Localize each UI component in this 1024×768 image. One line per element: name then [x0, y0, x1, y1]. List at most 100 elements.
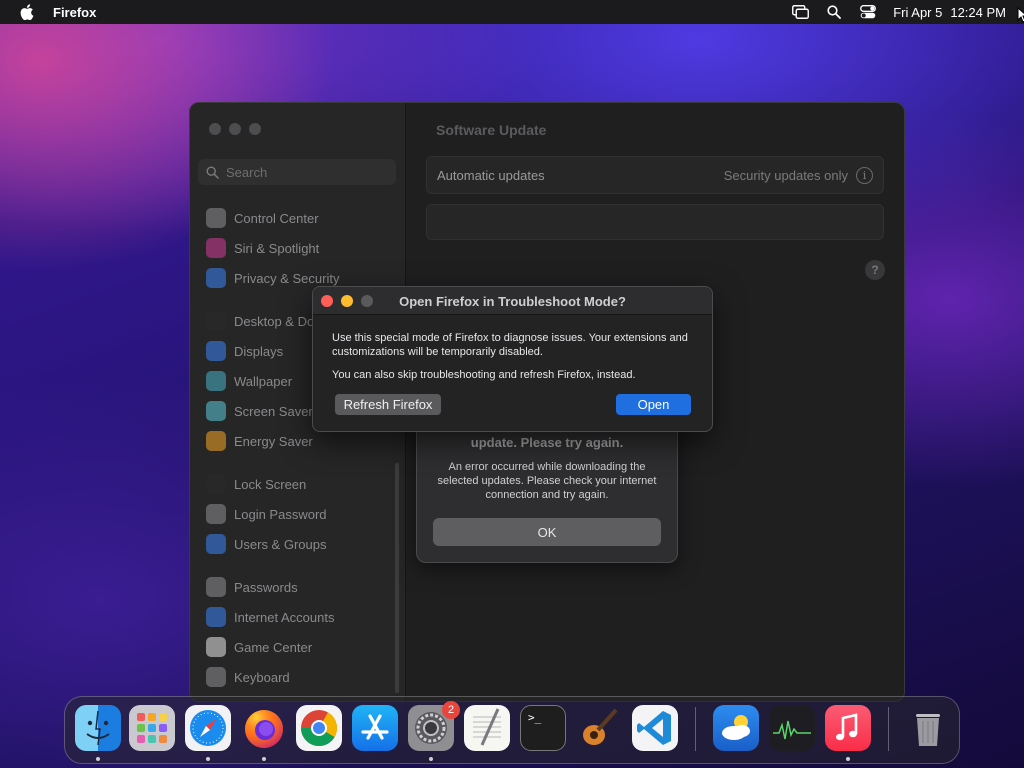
sidebar-item-label: Users & Groups [234, 536, 327, 552]
search-icon [206, 165, 220, 179]
error-title: update. Please try again. [470, 435, 624, 450]
running-indicator [96, 757, 100, 761]
firefox-icon[interactable] [241, 705, 287, 751]
sidebar-item[interactable]: Control Center [198, 203, 398, 233]
sidebar-item-icon [206, 504, 226, 524]
control-center-icon[interactable] [859, 4, 877, 20]
sidebar-item-label: Energy Saver [234, 433, 313, 449]
running-indicator [846, 757, 850, 761]
dock-separator [695, 707, 696, 751]
dialog-refresh-hint: You can also skip troubleshooting and re… [332, 369, 636, 381]
sidebar-item[interactable]: Lock Screen [198, 469, 398, 499]
error-message: An error occurred while downloading the … [437, 461, 657, 501]
sidebar-item[interactable]: Login Password [198, 499, 398, 529]
sidebar-item-label: Lock Screen [234, 476, 307, 492]
sidebar-item-label: Screen Saver [234, 403, 313, 419]
menu-bar-clock[interactable]: Fri Apr 5 12:24 PM [893, 5, 1006, 20]
active-app-name[interactable]: Firefox [53, 5, 96, 20]
dock: 2 >_ [64, 696, 960, 764]
automatic-updates-value: Security updates only [723, 167, 848, 183]
sidebar-item-label: Login Password [234, 506, 327, 522]
sidebar-item[interactable]: Keyboard [198, 662, 398, 692]
running-indicator [206, 757, 210, 761]
sidebar-item[interactable]: Internet Accounts [198, 602, 398, 632]
clock-date: Fri Apr 5 [893, 4, 943, 20]
weather-icon[interactable] [713, 705, 759, 751]
sidebar-item-label: Privacy & Security [234, 270, 340, 286]
window-controls [209, 123, 261, 135]
trash-icon[interactable] [905, 705, 951, 751]
help-button[interactable]: ? [865, 260, 885, 280]
sidebar-item-label: Passwords [234, 579, 298, 595]
activity-monitor-icon[interactable] [769, 705, 815, 751]
menu-bar: Firefox Fri Apr 5 12:24 PM [0, 0, 1024, 24]
update-error-sheet: update. Please try again. An error occur… [416, 415, 678, 563]
info-icon[interactable]: i [856, 166, 873, 184]
open-button[interactable]: Open [616, 394, 691, 415]
sidebar-item-label: Wallpaper [234, 373, 293, 389]
terminal-icon[interactable]: >_ [520, 705, 566, 751]
running-indicator [262, 757, 266, 761]
music-icon[interactable] [825, 705, 871, 751]
sidebar-item[interactable]: Game Center [198, 632, 398, 662]
safari-icon[interactable] [185, 705, 231, 751]
apple-icon[interactable] [20, 4, 34, 20]
notification-badge: 2 [442, 701, 460, 719]
settings-search-input[interactable]: Search [198, 159, 396, 185]
close-button[interactable] [209, 123, 221, 135]
chrome-icon[interactable] [296, 705, 342, 751]
finder-icon[interactable] [75, 705, 121, 751]
dock-separator [888, 707, 889, 751]
sidebar-item-icon [206, 401, 226, 421]
system-settings-icon[interactable]: 2 [408, 701, 460, 751]
sidebar-item[interactable]: Users & Groups [198, 529, 398, 559]
sidebar-item-icon [206, 667, 226, 687]
sidebar-item[interactable]: Passwords [198, 572, 398, 602]
sidebar-item-icon [206, 208, 226, 228]
sidebar-section-gap [198, 456, 398, 469]
minimize-button[interactable] [229, 123, 241, 135]
sidebar-item-label: Internet Accounts [234, 609, 335, 625]
automatic-updates-label: Automatic updates [437, 167, 545, 183]
app-store-icon[interactable] [352, 705, 398, 751]
zoom-button[interactable] [249, 123, 261, 135]
sidebar-list: Control Center Siri & Spotlight Privacy & … [198, 203, 398, 692]
search-placeholder: Search [226, 164, 268, 180]
textedit-icon[interactable] [464, 705, 510, 751]
troubleshoot-mode-dialog: Open Firefox in Troubleshoot Mode? Use t… [312, 286, 713, 432]
mouse-cursor-icon [1017, 6, 1024, 28]
page-title: Software Update [436, 122, 547, 138]
sidebar-item-icon [206, 474, 226, 494]
spotlight-search-icon[interactable] [825, 4, 843, 20]
refresh-firefox-button[interactable]: Refresh Firefox [335, 394, 441, 415]
sidebar-scrollbar[interactable] [395, 463, 399, 693]
sidebar-item-label: Control Center [234, 210, 319, 226]
dialog-title: Open Firefox in Troubleshoot Mode? [399, 294, 626, 309]
sidebar-item-icon [206, 238, 226, 258]
screen-mirroring-icon[interactable] [791, 4, 809, 20]
sidebar-section-gap [198, 559, 398, 572]
dialog-titlebar: Open Firefox in Troubleshoot Mode? [313, 287, 712, 315]
sidebar-item-icon [206, 431, 226, 451]
automatic-updates-row[interactable]: Automatic updates Security updates only … [426, 156, 884, 194]
clock-time: 12:24 PM [950, 4, 1006, 20]
sidebar-item-icon [206, 371, 226, 391]
update-status-row [426, 204, 884, 240]
launchpad-icon[interactable] [129, 705, 175, 751]
running-indicator [429, 757, 433, 761]
sidebar-item-label: Game Center [234, 639, 313, 655]
sidebar-item-icon [206, 341, 226, 361]
sidebar-item-label: Keyboard [234, 669, 290, 685]
terminal-prompt: >_ [528, 711, 542, 724]
sidebar-item-label: Displays [234, 343, 284, 359]
sidebar-item-icon [206, 637, 226, 657]
garageband-icon[interactable] [576, 705, 622, 751]
sidebar-item[interactable]: Siri & Spotlight [198, 233, 398, 263]
sidebar-item-icon [206, 268, 226, 288]
sidebar-item-icon [206, 577, 226, 597]
vscode-icon[interactable] [632, 705, 678, 751]
ok-button[interactable]: OK [433, 518, 661, 546]
sidebar-item-icon [206, 607, 226, 627]
sidebar-item-icon [206, 311, 226, 331]
sidebar-item-label: Siri & Spotlight [234, 240, 320, 256]
